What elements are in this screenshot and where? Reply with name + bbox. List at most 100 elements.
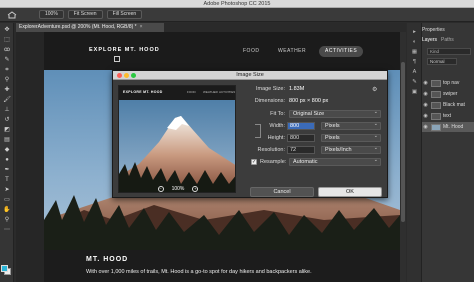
type-tool-icon[interactable]: T [3,177,11,184]
document-tab[interactable]: ExplorerAdventure.psd @ 200% (Mt. Hood, … [16,23,164,32]
resolution-unit-select[interactable]: Pixels/Inch [321,145,381,154]
layer-row[interactable]: ◉ text [422,111,474,121]
folder-icon [431,79,441,87]
eye-icon[interactable]: ◉ [422,113,429,119]
layer-thumbnail [431,123,441,131]
layer-row-selected[interactable]: ◉ Mt. Hood [422,122,474,132]
fit-to-label: Fit To: [270,111,285,117]
layers-tabs: Layers Paths [422,37,474,45]
libraries-icon[interactable]: ▣ [411,89,418,95]
section-text: With over 1,000 miles of trails, Mt. Hoo… [86,269,312,275]
paragraph-icon[interactable]: ¶ [411,59,418,65]
section-title: MT. HOOD [86,256,129,263]
website-content: MT. HOOD With over 1,000 miles of trails… [44,250,400,282]
quick-select-tool-icon[interactable]: ✎ [3,57,11,64]
fit-to-select[interactable]: Original Size [289,109,381,118]
lasso-tool-icon[interactable]: ꝏ [3,47,11,54]
resample-checkbox[interactable]: ✓ [251,159,257,165]
nav-weather: WEATHER [278,48,307,54]
height-input[interactable]: 800 [287,134,315,142]
tab-paths[interactable]: Paths [441,37,454,43]
dodge-tool-icon[interactable]: ● [3,157,11,164]
layer-name: top nav [443,80,460,86]
blend-mode-select[interactable]: Normal [427,58,457,65]
zoom-tool-icon[interactable]: ⚲ [3,217,11,224]
eye-icon[interactable]: ◉ [422,91,429,97]
shape-tool-icon[interactable]: ▭ [3,197,11,204]
scrollbar-thumb[interactable] [401,62,405,222]
preview-nav-weather: WEATHER [203,90,218,94]
height-unit-select[interactable]: Pixels [321,133,381,142]
brush-panel-icon[interactable]: ✎ [411,79,418,85]
swatches-icon[interactable]: ▦ [411,49,418,55]
foreground-color-swatch[interactable] [1,265,8,272]
eye-icon[interactable]: ◉ [422,102,429,108]
document-tab-title: ExplorerAdventure.psd @ 200% (Mt. Hood, … [19,24,137,30]
tab-layers[interactable]: Layers [422,37,437,43]
layer-row[interactable]: ◉ top nav [422,78,474,88]
layer-name: swiper [443,91,458,97]
crop-tool-icon[interactable]: ⌗ [3,67,11,74]
dimensions-value: 800 px × 800 px [289,98,329,104]
preview-zoom-controls: − 100% + [119,184,235,192]
canvas-scrollbar[interactable] [400,32,406,282]
blur-tool-icon[interactable]: ◆ [3,147,11,154]
image-size-label: Image Size: [255,86,285,92]
height-label: Height: [267,135,285,141]
dialog-title-bar: Image Size [113,71,387,80]
resample-label: Resample: [260,159,287,165]
image-size-value: 1.83M [289,86,305,92]
layer-filter-input[interactable]: Kind [427,48,471,55]
preview-nav-activities: ACTIVITIES [219,90,236,94]
healing-tool-icon[interactable]: ✚ [3,87,11,94]
fill-screen-button[interactable]: Fill Screen [106,10,143,19]
eye-icon[interactable]: ◉ [422,80,429,86]
cancel-button[interactable]: Cancel [250,187,314,197]
preview-mountain-photo [119,86,235,192]
brush-tool-icon[interactable]: 🖌 [3,97,11,104]
home-icon[interactable] [7,10,17,19]
stamp-tool-icon[interactable]: ⊥ [3,107,11,114]
hand-tool-icon[interactable]: ✋ [3,207,11,214]
pen-tool-icon[interactable]: ✒ [3,167,11,174]
zoom-in-icon[interactable]: + [192,186,199,192]
layer-name: text [443,113,452,119]
zoom-out-icon[interactable]: − [157,186,164,192]
gradient-tool-icon[interactable]: ▤ [3,137,11,144]
eraser-tool-icon[interactable]: ◩ [3,127,11,134]
adjustments-icon[interactable]: ◐ [411,39,418,45]
ok-button[interactable]: OK [318,187,382,197]
layer-thumbnail [431,101,441,109]
resolution-input[interactable]: 72 [287,146,315,154]
move-tool-icon[interactable]: ✥ [3,27,11,34]
layer-name: Black mat [443,102,465,108]
zoom-100-button[interactable]: 100% [39,10,64,19]
eye-icon[interactable]: ◉ [422,124,429,130]
character-icon[interactable]: A [411,69,418,75]
more-tools-icon[interactable]: ⋯ [3,227,11,234]
layer-name: Mt. Hood [443,124,464,130]
website-nav: EXPLORE MT. HOOD FOOD WEATHER ACTIVITIES [44,32,400,70]
width-unit-select[interactable]: Pixels [321,121,381,130]
history-brush-tool-icon[interactable]: ↺ [3,117,11,124]
dimensions-label: Dimensions: [254,98,285,104]
folder-icon [431,90,441,98]
properties-panel-title[interactable]: Properties [422,27,445,33]
preview-zoom-level: 100% [171,186,185,192]
preview-logo: EXPLORE MT. HOOD [123,90,163,94]
eyedropper-tool-icon[interactable]: ⚲ [3,77,11,84]
path-select-tool-icon[interactable]: ➤ [3,187,11,194]
width-input[interactable]: 800 [287,122,315,130]
preview-nav-food: FOOD [187,90,196,94]
close-icon[interactable]: × [140,24,143,30]
resample-select[interactable]: Automatic [289,157,381,166]
layer-row[interactable]: ◉ Black mat [422,100,474,110]
app-title-bar: Adobe Photoshop CC 2015 [0,0,474,8]
marquee-tool-icon[interactable]: ⬚ [3,37,11,44]
gear-icon[interactable]: ⚙ [372,86,377,93]
layer-row[interactable]: ◉ swiper [422,89,474,99]
history-icon[interactable]: ▸ [411,29,418,35]
image-size-dialog: Image Size EXPLORE MT. HOOD FOOD WEATHER… [112,70,388,198]
image-preview[interactable]: EXPLORE MT. HOOD FOOD WEATHER ACTIVITIES… [118,85,236,193]
fit-screen-button[interactable]: Fit Screen [67,10,103,19]
